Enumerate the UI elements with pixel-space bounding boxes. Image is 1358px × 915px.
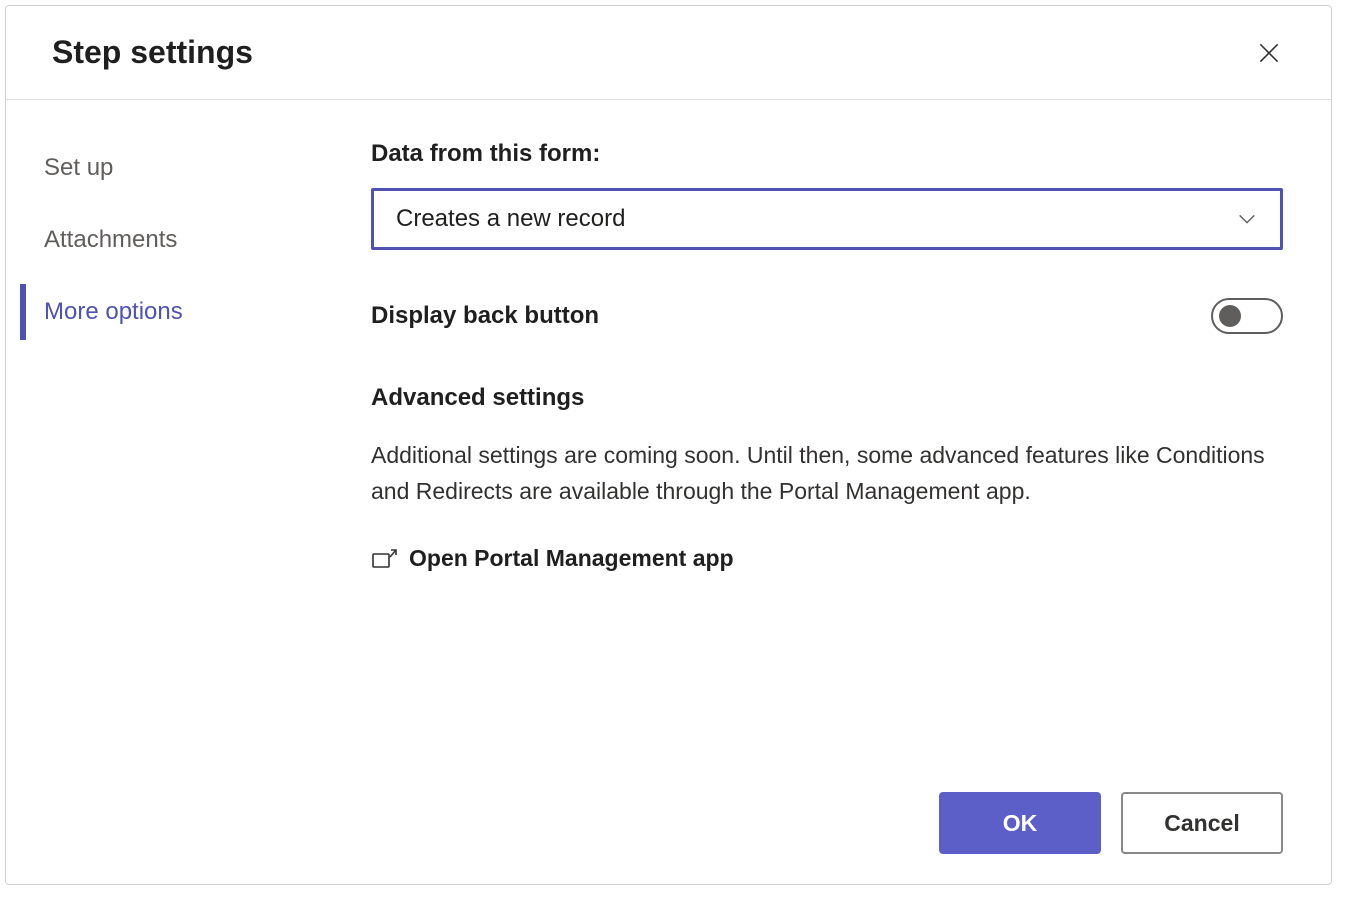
close-button[interactable] bbox=[1253, 37, 1285, 69]
dialog-body: Set up Attachments More options Data fro… bbox=[6, 100, 1331, 762]
display-back-button-toggle[interactable] bbox=[1211, 298, 1283, 334]
toggle-knob bbox=[1219, 305, 1241, 327]
open-portal-management-link[interactable]: Open Portal Management app bbox=[371, 545, 1283, 572]
ok-button-label: OK bbox=[1003, 810, 1038, 837]
cancel-button-label: Cancel bbox=[1164, 810, 1239, 837]
open-external-icon bbox=[371, 548, 397, 570]
close-icon bbox=[1256, 40, 1282, 66]
chevron-down-icon bbox=[1236, 208, 1258, 230]
sidebar-item-attachments[interactable]: Attachments bbox=[20, 212, 316, 268]
dialog-header: Step settings bbox=[6, 6, 1331, 100]
advanced-settings-body: Additional settings are coming soon. Unt… bbox=[371, 438, 1283, 509]
select-value: Creates a new record bbox=[396, 205, 625, 233]
sidebar: Set up Attachments More options bbox=[6, 140, 316, 762]
sidebar-item-label: Set up bbox=[44, 154, 113, 181]
data-from-form-label: Data from this form: bbox=[371, 140, 1283, 168]
sidebar-item-set-up[interactable]: Set up bbox=[20, 140, 316, 196]
sidebar-item-label: More options bbox=[44, 298, 183, 325]
sidebar-item-more-options[interactable]: More options bbox=[20, 284, 316, 340]
open-portal-management-text: Open Portal Management app bbox=[409, 545, 734, 572]
ok-button[interactable]: OK bbox=[939, 792, 1101, 854]
sidebar-item-label: Attachments bbox=[44, 226, 177, 253]
display-back-button-label: Display back button bbox=[371, 302, 599, 330]
dialog-footer: OK Cancel bbox=[6, 762, 1331, 884]
content-area: Data from this form: Creates a new recor… bbox=[316, 140, 1331, 762]
display-back-button-row: Display back button bbox=[371, 298, 1283, 334]
cancel-button[interactable]: Cancel bbox=[1121, 792, 1283, 854]
step-settings-dialog: Step settings Set up Attachments More op… bbox=[5, 5, 1332, 885]
advanced-settings-title: Advanced settings bbox=[371, 384, 1283, 412]
data-from-form-select[interactable]: Creates a new record bbox=[371, 188, 1283, 250]
dialog-title: Step settings bbox=[52, 34, 253, 71]
